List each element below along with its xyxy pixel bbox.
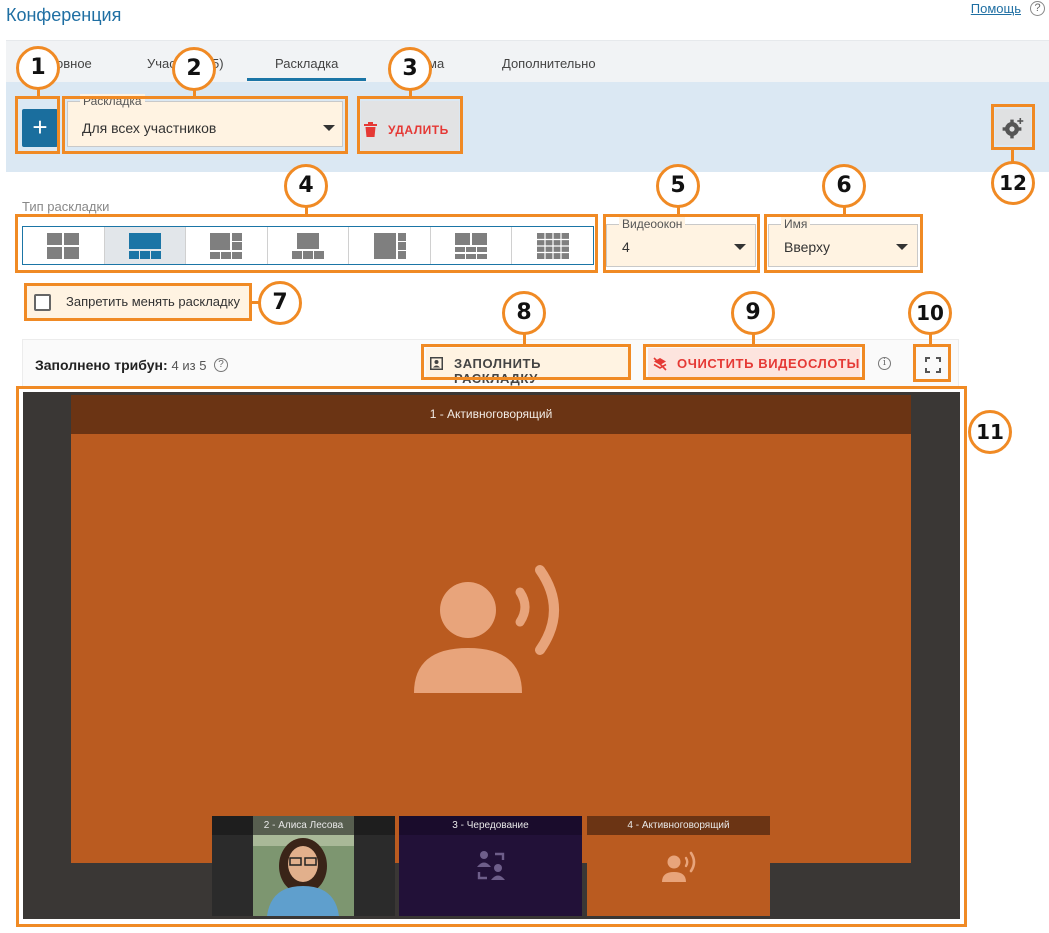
highlight-4: [15, 214, 598, 273]
help-icon[interactable]: ?: [1030, 1, 1045, 16]
callout-2: 2: [172, 47, 216, 91]
highlight-3: [357, 96, 463, 154]
callout-4: 4: [284, 164, 328, 208]
tab-general[interactable]: овное: [56, 56, 92, 71]
highlight-9: [643, 344, 865, 380]
tab-active-indicator: [247, 78, 366, 81]
callout-10: 10: [908, 291, 952, 335]
highlight-8: [421, 344, 631, 380]
callout-12: 12: [991, 161, 1035, 205]
page-title: Конференция: [6, 5, 122, 25]
highlight-7: [24, 283, 252, 321]
callout-6: 6: [822, 164, 866, 208]
callout-1: 1: [16, 46, 60, 90]
highlight-12: [991, 104, 1035, 150]
highlight-10: [913, 344, 951, 382]
highlight-11: [16, 386, 967, 927]
highlight-1: [15, 96, 60, 154]
highlight-2: [62, 96, 348, 154]
callout-8: 8: [502, 291, 546, 335]
callout-line-12: [1011, 148, 1014, 162]
layout-type-label: Тип раскладки: [22, 199, 110, 214]
highlight-5: [603, 214, 760, 273]
tribunes-label: Заполнено трибун:: [35, 357, 168, 373]
help-link[interactable]: Помощь: [971, 1, 1021, 16]
callout-7: 7: [258, 281, 302, 325]
help-circle-icon[interactable]: ?: [214, 358, 228, 372]
info-icon[interactable]: i: [878, 357, 891, 370]
callout-3: 3: [388, 47, 432, 91]
tribunes-value: 4 из 5: [171, 358, 207, 373]
tab-additional[interactable]: Дополнительно: [502, 56, 596, 71]
callout-5: 5: [656, 164, 700, 208]
tribunes-status: Заполнено трибун: 4 из 5: [35, 357, 206, 373]
callout-9: 9: [731, 291, 775, 335]
tab-layout[interactable]: Раскладка: [275, 56, 338, 71]
callout-11: 11: [968, 410, 1012, 454]
highlight-6: [764, 214, 923, 273]
